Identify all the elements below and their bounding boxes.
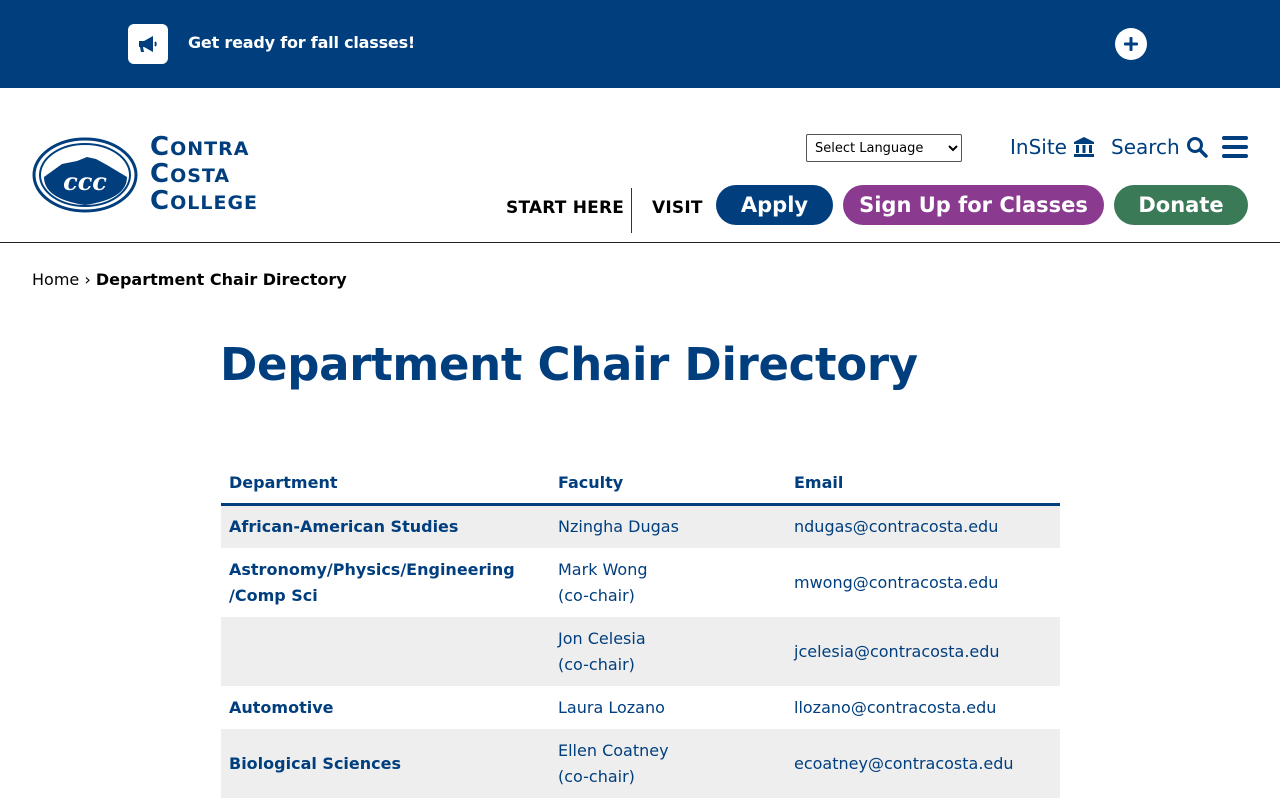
table-row: African-American Studies Nzingha Dugas n… <box>221 504 1060 548</box>
department-cell: Astronomy/Physics/Engineering /Comp Sci <box>229 559 515 605</box>
faculty-cell: Ellen Coatney (co-chair) <box>550 729 786 798</box>
breadcrumb-current: Department Chair Directory <box>95 270 347 289</box>
plus-icon <box>1124 37 1138 51</box>
department-chair-table: Department Faculty Email African-America… <box>221 462 1060 798</box>
faculty-name: Ellen Coatney <box>558 740 669 760</box>
alert-expand-button[interactable] <box>1115 28 1147 60</box>
megaphone-icon <box>128 24 168 64</box>
alert-message: Get ready for fall classes! <box>188 33 415 52</box>
site-header: ccc CONTRA COSTA COLLEGE Select Language… <box>0 88 1280 243</box>
search-label: Search <box>1111 135 1180 159</box>
breadcrumb-home-link[interactable]: Home <box>32 270 79 289</box>
nav-visit[interactable]: VISIT <box>652 198 703 218</box>
faculty-name: Mark Wong <box>558 559 648 579</box>
faculty-role-note: (co-chair) <box>558 654 635 674</box>
column-header-faculty: Faculty <box>550 462 786 506</box>
faculty-role-note: (co-chair) <box>558 585 635 605</box>
faculty-cell: Jon Celesia (co-chair) <box>550 617 786 686</box>
college-name: CONTRA COSTA COLLEGE <box>150 131 259 216</box>
department-cell <box>221 617 550 686</box>
sign-up-for-classes-button[interactable]: Sign Up for Classes <box>843 185 1104 225</box>
department-cell: Automotive <box>229 697 334 717</box>
table-row: Biological Sciences Ellen Coatney (co-ch… <box>221 729 1060 798</box>
faculty-cell: Nzingha Dugas <box>550 504 786 548</box>
institution-icon <box>1073 137 1094 157</box>
table-row: Jon Celesia (co-chair) jcelesia@contraco… <box>221 617 1060 686</box>
apply-button[interactable]: Apply <box>716 185 833 225</box>
email-cell[interactable]: llozano@contracosta.edu <box>786 686 1060 729</box>
table-row: Astronomy/Physics/Engineering /Comp Sci … <box>221 548 1060 617</box>
faculty-role-note: (co-chair) <box>558 766 635 786</box>
insite-label: InSite <box>1010 135 1067 159</box>
column-header-email: Email <box>786 462 1060 506</box>
faculty-name: Jon Celesia <box>558 628 646 648</box>
svg-text:ccc: ccc <box>63 167 107 196</box>
faculty-name: Nzingha Dugas <box>558 516 679 536</box>
department-cell: Biological Sciences <box>221 729 550 798</box>
language-select[interactable]: Select Language <box>806 134 962 162</box>
search-link[interactable]: Search <box>1111 135 1208 159</box>
logo-line-1: CONTRA <box>150 131 250 162</box>
college-logo[interactable]: ccc CONTRA COSTA COLLEGE <box>32 131 272 216</box>
alert-bar: Get ready for fall classes! <box>0 0 1280 88</box>
table-row: Automotive Laura Lozano llozano@contraco… <box>221 686 1060 729</box>
faculty-name: Laura Lozano <box>558 697 665 717</box>
nav-start-here[interactable]: START HERE <box>506 198 624 218</box>
email-cell[interactable]: jcelesia@contracosta.edu <box>786 617 1060 686</box>
college-seal-icon: ccc <box>32 137 138 213</box>
table-header-row: Department Faculty Email <box>221 462 1060 506</box>
email-cell[interactable]: ecoatney@contracosta.edu <box>786 729 1060 798</box>
department-cell: African-American Studies <box>221 504 550 548</box>
nav-divider <box>631 188 632 233</box>
faculty-cell: Laura Lozano <box>550 686 786 729</box>
hamburger-menu-icon[interactable] <box>1222 136 1248 158</box>
donate-button[interactable]: Donate <box>1114 185 1248 225</box>
faculty-cell: Mark Wong (co-chair) <box>550 548 786 617</box>
logo-line-3: COLLEGE <box>150 185 259 216</box>
column-header-department: Department <box>221 462 550 506</box>
email-cell[interactable]: mwong@contracosta.edu <box>786 548 1060 617</box>
search-icon <box>1186 137 1208 158</box>
logo-line-2: COSTA <box>150 158 231 189</box>
email-cell[interactable]: ndugas@contracosta.edu <box>786 504 1060 548</box>
page-title: Department Chair Directory <box>220 338 918 391</box>
breadcrumb-separator: › <box>84 270 91 289</box>
insite-link[interactable]: InSite <box>1010 135 1095 159</box>
breadcrumb: Home › Department Chair Directory <box>32 270 347 289</box>
